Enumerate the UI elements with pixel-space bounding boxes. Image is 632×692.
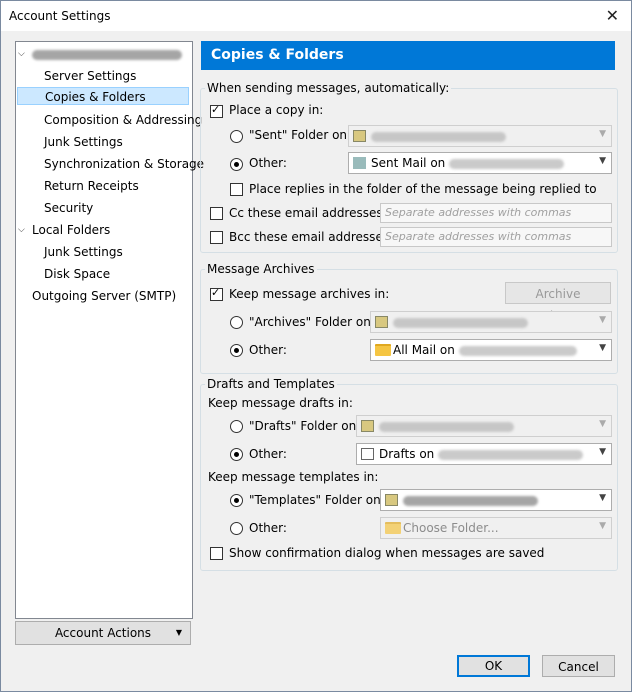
sent-folder-dropdown[interactable]: ▼ xyxy=(348,125,612,147)
keep-drafts-label: Keep message drafts in: xyxy=(208,396,353,410)
tree-item-disk-space[interactable]: Disk Space xyxy=(44,264,110,284)
page-title: Copies & Folders xyxy=(201,41,615,70)
account-icon xyxy=(353,130,366,142)
keep-archives-checkbox[interactable] xyxy=(210,286,223,301)
cancel-button[interactable]: Cancel xyxy=(542,655,615,677)
archives-other-radio[interactable] xyxy=(230,344,243,357)
account-tree[interactable]: ⌵ Server Settings Copies & Folders Compo… xyxy=(15,41,204,619)
show-confirm-label: Show confirmation dialog when messages a… xyxy=(229,546,545,560)
account-icon xyxy=(361,420,374,432)
archive-options-button[interactable]: Archive options... xyxy=(505,282,611,323)
place-replies-checkbox[interactable] xyxy=(230,183,243,196)
tree-item-label: Local Folders xyxy=(32,223,111,237)
chevron-down-icon: ▼ xyxy=(599,156,606,166)
templates-folder-dropdown[interactable]: ▼ xyxy=(380,489,612,511)
drafts-other-dropdown[interactable]: Drafts on ▼ xyxy=(356,443,612,465)
cc-checkbox[interactable] xyxy=(210,207,223,220)
close-icon[interactable]: ✕ xyxy=(606,6,619,25)
folder-icon xyxy=(385,522,401,534)
account-icon xyxy=(375,316,388,328)
drafts-folder-dropdown[interactable]: ▼ xyxy=(356,415,612,437)
show-confirm-checkbox[interactable] xyxy=(210,547,223,560)
folder-icon xyxy=(375,344,391,356)
tree-item-local-junk-settings[interactable]: Junk Settings xyxy=(44,242,123,262)
archives-folder-dropdown[interactable]: ▼ xyxy=(370,311,612,333)
chevron-down-icon: ▼ xyxy=(599,521,606,531)
sent-other-label: Other: xyxy=(249,156,287,170)
title-bar: Account Settings ✕ xyxy=(1,1,631,31)
cc-input[interactable]: Separate addresses with commas xyxy=(380,203,612,223)
dropdown-arrow-icon: ▼ xyxy=(175,628,182,637)
chevron-down-icon[interactable]: ⌵ xyxy=(18,44,25,64)
mail-folder-icon xyxy=(353,157,366,169)
bcc-input[interactable]: Separate addresses with commas xyxy=(380,227,612,247)
bcc-label: Bcc these email addresses: xyxy=(229,230,394,244)
sent-other-value: Sent Mail on xyxy=(371,156,565,170)
chevron-down-icon: ▼ xyxy=(599,493,606,503)
archives-legend: Message Archives xyxy=(205,262,317,276)
drafts-templates-legend: Drafts and Templates xyxy=(205,377,337,391)
templates-other-label: Other: xyxy=(249,521,287,535)
sent-folder-radio[interactable] xyxy=(230,130,243,143)
sending-legend: When sending messages, automatically: xyxy=(205,81,452,95)
place-replies-label: Place replies in the folder of the messa… xyxy=(249,182,597,196)
sent-folder-label: "Sent" Folder on: xyxy=(249,128,352,142)
drafts-other-value: Drafts on xyxy=(379,447,584,461)
chevron-down-icon: ▼ xyxy=(599,315,606,325)
chevron-down-icon: ▼ xyxy=(599,129,606,139)
archives-other-label: Other: xyxy=(249,343,287,357)
cc-label: Cc these email addresses: xyxy=(229,206,387,220)
chevron-down-icon: ▼ xyxy=(599,419,606,429)
templates-folder-radio[interactable] xyxy=(230,494,243,507)
sent-account-value xyxy=(371,129,506,143)
drafts-folder-label: "Drafts" Folder on: xyxy=(249,419,361,433)
sent-other-radio[interactable] xyxy=(230,158,243,171)
place-copy-checkbox[interactable] xyxy=(210,103,223,118)
drafts-other-label: Other: xyxy=(249,447,287,461)
archives-account-value xyxy=(393,315,528,329)
keep-archives-label: Keep message archives in: xyxy=(229,287,390,301)
archives-other-dropdown[interactable]: All Mail on ▼ xyxy=(370,339,612,361)
choose-folder-dropdown[interactable]: Choose Folder... ▼ xyxy=(380,517,612,539)
chevron-down-icon: ▼ xyxy=(599,343,606,353)
account-icon xyxy=(385,494,398,506)
choose-folder-value: Choose Folder... xyxy=(403,521,499,535)
templates-account-value xyxy=(403,493,538,507)
templates-folder-label: "Templates" Folder on: xyxy=(249,493,385,507)
ok-button[interactable]: OK xyxy=(457,655,530,677)
keep-templates-label: Keep message templates in: xyxy=(208,470,379,484)
place-copy-label: Place a copy in: xyxy=(229,103,324,117)
chevron-down-icon[interactable]: ⌵ xyxy=(18,220,25,240)
tree-item-security[interactable]: Security xyxy=(44,198,93,218)
drafts-account-value xyxy=(379,419,514,433)
account-actions-button[interactable]: Account Actions ▼ xyxy=(15,621,191,645)
account-settings-window: Account Settings ✕ ⌵ Server Settings Cop… xyxy=(0,0,632,692)
tree-item-junk-settings[interactable]: Junk Settings xyxy=(44,132,123,152)
window-title: Account Settings xyxy=(9,9,111,23)
tree-item-outgoing-server[interactable]: Outgoing Server (SMTP) xyxy=(32,286,176,306)
archives-folder-radio[interactable] xyxy=(230,316,243,329)
drafts-other-radio[interactable] xyxy=(230,448,243,461)
templates-other-radio[interactable] xyxy=(230,522,243,535)
tree-item-server-settings[interactable]: Server Settings xyxy=(44,66,136,86)
tree-item-composition[interactable]: Composition & Addressing xyxy=(44,110,202,130)
chevron-down-icon: ▼ xyxy=(599,447,606,457)
tree-item-copies-folders[interactable]: Copies & Folders xyxy=(17,87,189,105)
archives-other-value: All Mail on xyxy=(393,343,577,357)
tree-item-sync-storage[interactable]: Synchronization & Storage xyxy=(44,154,204,174)
account-name xyxy=(32,44,182,64)
drafts-folder-icon xyxy=(361,448,374,460)
tree-item-return-receipts[interactable]: Return Receipts xyxy=(44,176,139,196)
bcc-checkbox[interactable] xyxy=(210,231,223,244)
drafts-folder-radio[interactable] xyxy=(230,420,243,433)
archives-folder-label: "Archives" Folder on: xyxy=(249,315,375,329)
account-actions-label: Account Actions xyxy=(54,626,152,640)
sent-other-dropdown[interactable]: Sent Mail on ▼ xyxy=(348,152,612,174)
